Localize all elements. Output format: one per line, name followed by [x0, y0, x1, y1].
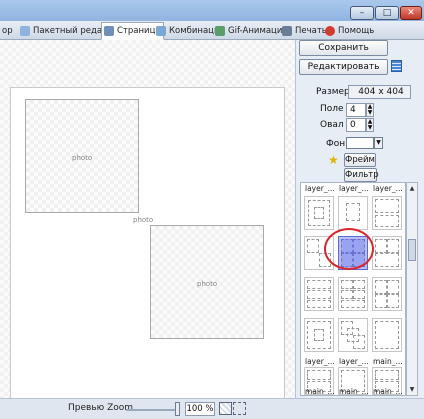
- layout-thumbnail[interactable]: [304, 318, 334, 352]
- tab-help[interactable]: Помощь: [323, 23, 376, 39]
- scrollbar-thumb[interactable]: [408, 239, 416, 261]
- layout-thumbnail[interactable]: [372, 236, 402, 270]
- close-button[interactable]: ✕: [400, 6, 422, 20]
- filter-button[interactable]: Фильтр: [344, 168, 379, 182]
- tab-editor[interactable]: ор: [0, 23, 15, 39]
- status-bar: Превью Zoom 100 %: [0, 398, 424, 419]
- background-color-swatch[interactable]: [346, 137, 374, 149]
- batch-icon: [20, 26, 30, 36]
- thumb-label: main_...: [373, 387, 403, 396]
- chevron-down-icon: ▼: [367, 109, 373, 116]
- photo-slot-1[interactable]: photo: [25, 99, 139, 213]
- chevron-down-icon: ▼: [367, 124, 373, 131]
- scroll-up-icon[interactable]: ▲: [407, 184, 417, 194]
- thumbnail-scrollbar[interactable]: ▲ ▼: [406, 182, 418, 396]
- thumb-label: main_...: [305, 387, 335, 396]
- layout-thumbnail[interactable]: [338, 196, 368, 230]
- photo-label: photo: [72, 154, 93, 162]
- title-bar: – □ ✕: [0, 0, 424, 21]
- save-button[interactable]: Сохранить: [299, 40, 388, 56]
- highlight-circle: [324, 228, 374, 270]
- scroll-down-icon[interactable]: ▼: [407, 385, 417, 395]
- background-label: Фон: [326, 139, 346, 149]
- margin-stepper[interactable]: ▲ ▼: [366, 103, 374, 117]
- help-icon: [325, 26, 335, 36]
- thumb-label: layer_...: [339, 184, 369, 193]
- photo-label-center: photo: [133, 216, 154, 224]
- fit-to-window-icon[interactable]: [219, 402, 232, 415]
- size-label: Размер: [316, 87, 350, 97]
- zoom-value-field[interactable]: 100 %: [185, 402, 215, 416]
- layout-thumbnail[interactable]: [304, 196, 334, 230]
- tab-label: Помощь: [338, 26, 375, 36]
- actual-size-icon[interactable]: [233, 402, 246, 415]
- tab-gif-animation[interactable]: Gif-Анимация: [213, 23, 289, 39]
- tab-bar: ор Пакетный редактор Страница Комбинация…: [0, 21, 424, 40]
- combination-icon: [156, 26, 166, 36]
- thumb-label: main_...: [373, 357, 403, 366]
- layout-thumbnail[interactable]: [372, 196, 402, 230]
- margin-input[interactable]: 4: [346, 103, 366, 117]
- page-icon: [104, 26, 114, 36]
- tab-label: Gif-Анимация: [228, 26, 288, 36]
- minimize-button[interactable]: –: [350, 6, 374, 20]
- zoom-slider-thumb[interactable]: [175, 402, 180, 416]
- photo-slot-2[interactable]: photo: [150, 225, 264, 339]
- layout-thumbnail[interactable]: [338, 318, 368, 352]
- canvas-area: photo photo photo: [0, 40, 296, 413]
- thumb-label: layer_...: [339, 357, 369, 366]
- layout-thumbnail[interactable]: [338, 277, 368, 311]
- tab-label: ор: [2, 26, 13, 36]
- layout-thumbnail[interactable]: [372, 318, 402, 352]
- list-view-icon[interactable]: [391, 60, 402, 72]
- maximize-button[interactable]: □: [375, 6, 399, 20]
- oval-label: Овал: [320, 120, 344, 130]
- thumb-label: layer_...: [373, 184, 403, 193]
- star-icon: ★: [328, 153, 339, 167]
- size-value: 404 x 404: [348, 85, 411, 99]
- minimize-icon: –: [359, 8, 365, 18]
- layout-thumbnail[interactable]: [304, 277, 334, 311]
- zoom-slider-track[interactable]: [126, 409, 178, 411]
- edit-button[interactable]: Редактировать: [299, 59, 388, 75]
- thumb-label: layer_...: [305, 357, 335, 366]
- maximize-icon: □: [382, 8, 392, 18]
- thumb-label: main_...: [339, 387, 369, 396]
- margin-label: Поле: [320, 104, 344, 114]
- oval-stepper[interactable]: ▲ ▼: [366, 118, 374, 132]
- close-icon: ✕: [407, 8, 415, 18]
- gif-icon: [215, 26, 225, 36]
- preview-zoom-label: Превью Zoom: [68, 403, 134, 413]
- oval-input[interactable]: 0: [346, 118, 366, 132]
- thumb-label: layer_...: [305, 184, 335, 193]
- frame-button[interactable]: Фрейм: [344, 153, 376, 167]
- layout-thumbnail-list: layer_... layer_... layer_... layer_... …: [300, 182, 406, 396]
- photo-label: photo: [197, 280, 218, 288]
- collage-page: photo photo photo: [10, 87, 285, 413]
- printer-icon: [282, 26, 292, 36]
- layout-thumbnail[interactable]: [372, 277, 402, 311]
- dropdown-chevron-icon[interactable]: ▼: [374, 137, 383, 149]
- tab-print[interactable]: Печать: [280, 23, 329, 39]
